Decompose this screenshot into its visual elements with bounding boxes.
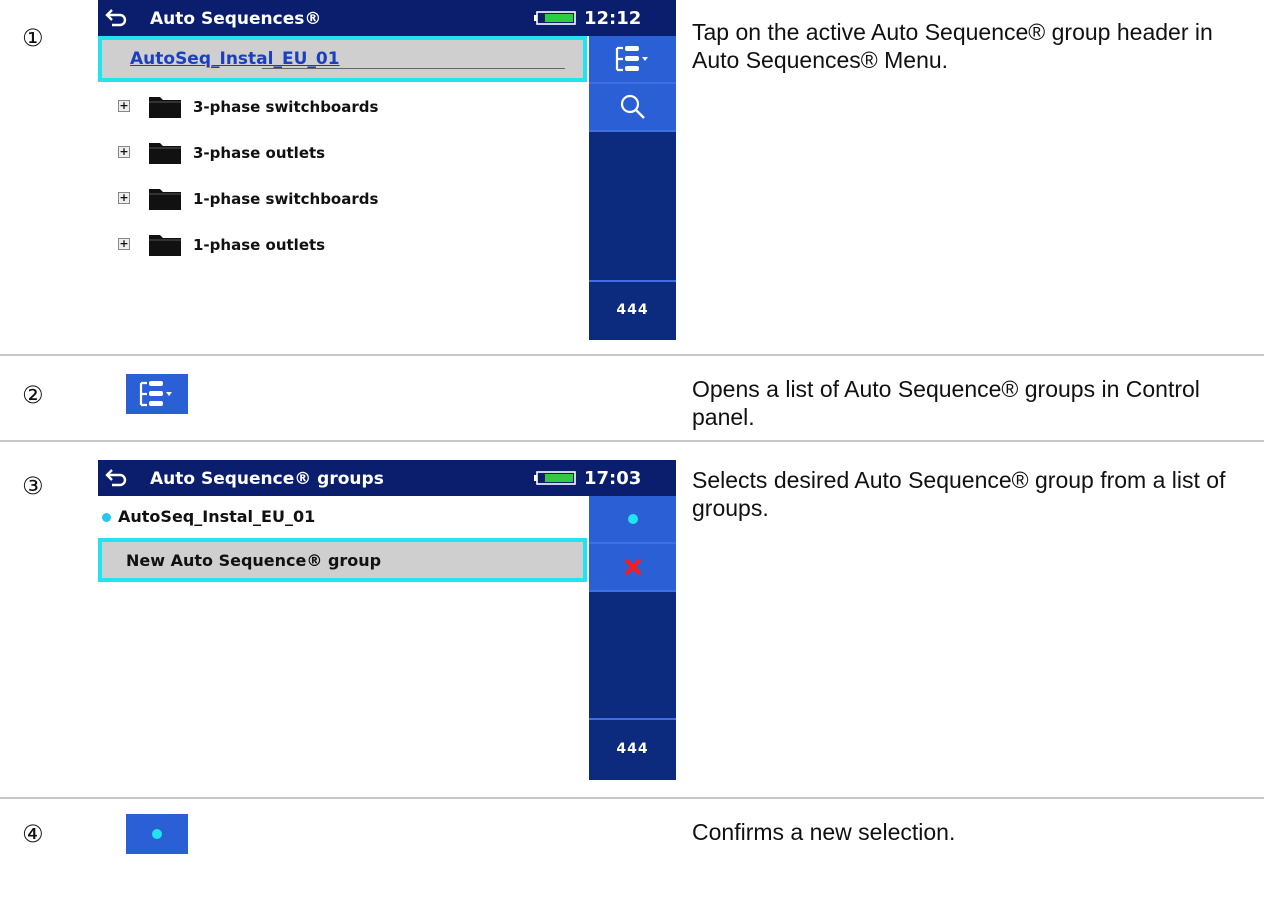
search-icon (620, 94, 645, 119)
list-item[interactable]: + 3-phase switchboards (98, 86, 587, 126)
group-item-selected[interactable]: New Auto Sequence® group (98, 538, 587, 582)
back-arrow-icon[interactable] (104, 6, 128, 30)
expand-icon[interactable]: + (118, 100, 130, 112)
group-list-button[interactable] (589, 36, 676, 82)
step-description-1: Tap on the active Auto Sequence® group h… (692, 19, 1213, 73)
back-arrow-icon[interactable] (104, 466, 128, 490)
step-number-3: ③ (22, 472, 44, 500)
auto-sequence-tree: AutoSeq_Instal_EU_01 + 3-phase switchboa… (98, 36, 587, 340)
battery-icon (534, 11, 576, 25)
clock: 17:03 (584, 468, 642, 489)
confirm-icon-tile (126, 814, 188, 854)
title-bar: Auto Sequence® groups 17:03 (98, 460, 676, 496)
active-dot-icon (102, 513, 111, 522)
separator (589, 130, 676, 132)
group-list-icon-tile (126, 374, 188, 414)
group-item-active[interactable]: AutoSeq_Instal_EU_01 (98, 496, 587, 536)
folder-icon (149, 143, 181, 164)
delete-x-icon (624, 558, 641, 576)
divider (0, 797, 1264, 799)
group-item-label: New Auto Sequence® group (126, 551, 382, 570)
list-item[interactable]: + 3-phase outlets (98, 132, 587, 172)
step-number-4: ④ (22, 820, 44, 848)
header-underline (262, 68, 565, 69)
divider (0, 440, 1264, 442)
tree-view-dropdown-icon (615, 46, 648, 72)
delete-button[interactable] (589, 544, 676, 590)
title-bar: Auto Sequences® 12:12 (98, 0, 676, 36)
expand-icon[interactable]: + (118, 238, 130, 250)
step-description-3: Selects desired Auto Sequence® group fro… (692, 467, 1226, 521)
more-options-button[interactable]: 444 (589, 718, 676, 780)
list-item[interactable]: + 1-phase switchboards (98, 178, 587, 218)
folder-icon (149, 235, 181, 256)
list-item-label: 1-phase switchboards (193, 190, 379, 208)
folder-icon (149, 97, 181, 118)
step-description-2: Opens a list of Auto Sequence® groups in… (692, 376, 1200, 430)
step-description-4: Confirms a new selection. (692, 819, 956, 845)
group-list: AutoSeq_Instal_EU_01 New Auto Sequence® … (98, 496, 587, 780)
screen-title: Auto Sequence® groups (150, 469, 384, 489)
active-group-header[interactable]: AutoSeq_Instal_EU_01 (98, 36, 587, 82)
divider (0, 354, 1264, 356)
tree-view-dropdown-icon (139, 381, 172, 407)
select-button[interactable] (589, 496, 676, 542)
step-number-1: ① (22, 24, 44, 52)
folder-icon (149, 189, 181, 210)
more-options-button[interactable]: 444 (589, 280, 676, 340)
group-item-label: AutoSeq_Instal_EU_01 (118, 507, 316, 526)
clock: 12:12 (584, 8, 642, 29)
list-item-label: 3-phase outlets (193, 144, 326, 162)
battery-icon (534, 471, 576, 485)
list-item-label: 1-phase outlets (193, 236, 326, 254)
step-number-2: ② (22, 381, 44, 409)
select-dot-icon (627, 514, 638, 524)
active-group-name[interactable]: AutoSeq_Instal_EU_01 (130, 49, 340, 69)
control-panel: 444 (589, 36, 676, 340)
screen-title: Auto Sequences® (150, 9, 322, 29)
control-panel: 444 (589, 496, 676, 780)
separator (589, 590, 676, 592)
select-dot-icon (152, 829, 162, 839)
expand-icon[interactable]: + (118, 192, 130, 204)
list-item-label: 3-phase switchboards (193, 98, 379, 116)
list-item[interactable]: + 1-phase outlets (98, 224, 587, 264)
search-button[interactable] (589, 84, 676, 130)
expand-icon[interactable]: + (118, 146, 130, 158)
auto-sequence-groups-screen: Auto Sequence® groups 17:03 AutoSeq_Inst… (98, 460, 676, 780)
auto-sequences-screen: Auto Sequences® 12:12 AutoSeq_Instal_EU_… (98, 0, 676, 340)
